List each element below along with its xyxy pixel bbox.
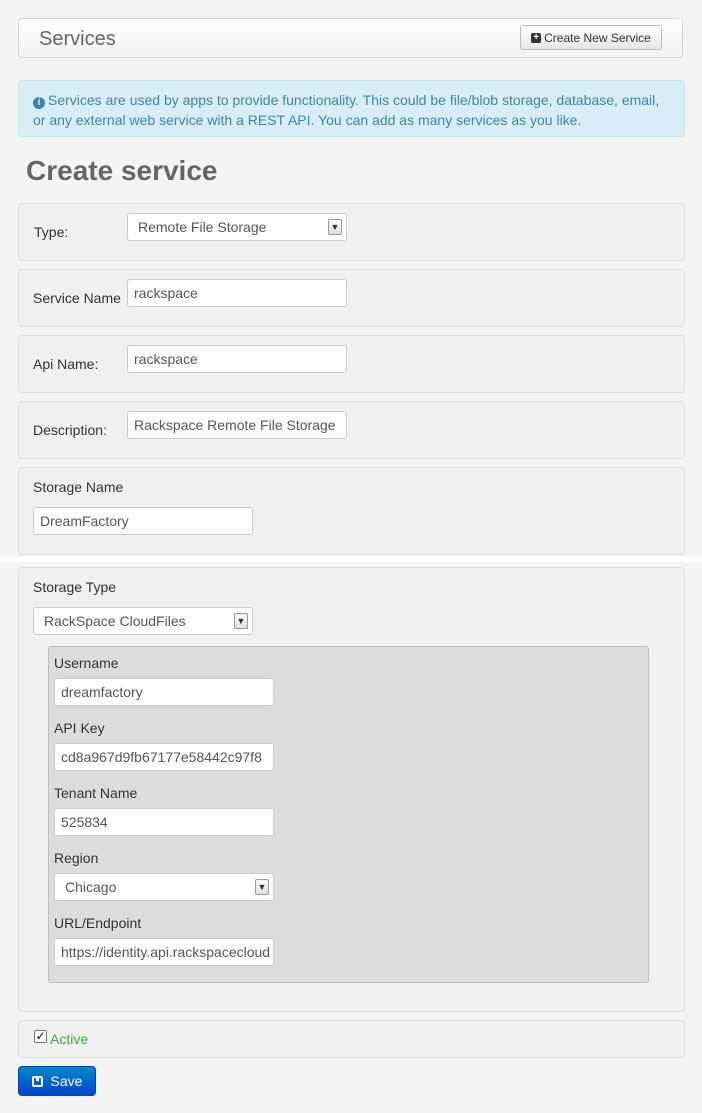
- api-key-input[interactable]: cd8a967d9fb67177e58442c97f8: [54, 743, 274, 771]
- api-name-group: Api Name: rackspace: [18, 335, 685, 393]
- description-label: Description:: [33, 422, 107, 438]
- service-name-label: Service Name: [33, 290, 121, 306]
- floppy-disk-icon: [31, 1075, 43, 1087]
- region-label: Region: [54, 850, 99, 866]
- chevron-down-icon: ▼: [255, 879, 269, 895]
- region-select-value: Chicago: [65, 879, 117, 895]
- info-text: Services are used by apps to provide fun…: [33, 92, 660, 128]
- info-alert: i Services are used by apps to provide fu…: [18, 80, 685, 137]
- username-input[interactable]: dreamfactory: [54, 678, 274, 706]
- tenant-name-label: Tenant Name: [54, 785, 138, 801]
- credentials-panel: Username dreamfactory API Key cd8a967d9f…: [48, 646, 649, 983]
- chevron-down-icon: ▼: [328, 219, 342, 235]
- create-service-title: Create service: [26, 155, 218, 186]
- active-label: Active: [50, 1031, 89, 1047]
- type-group: Type: Remote File Storage ▼: [18, 203, 685, 261]
- service-name-input[interactable]: rackspace: [127, 279, 347, 307]
- url-endpoint-label: URL/Endpoint: [54, 915, 142, 931]
- info-circle-icon: i: [33, 97, 45, 109]
- storage-type-label: Storage Type: [33, 579, 117, 595]
- type-select[interactable]: Remote File Storage ▼: [127, 213, 347, 241]
- plus-square-icon: +: [531, 32, 542, 43]
- service-name-group: Service Name rackspace: [18, 269, 685, 327]
- url-endpoint-input[interactable]: https://identity.api.rackspacecloud: [54, 938, 274, 966]
- chevron-down-icon: ▼: [234, 613, 248, 629]
- storage-name-label: Storage Name: [33, 479, 124, 495]
- api-name-label: Api Name:: [33, 356, 99, 372]
- active-group: [18, 1020, 685, 1058]
- create-new-service-button[interactable]: + Create New Service: [520, 25, 662, 50]
- storage-type-select-value: RackSpace CloudFiles: [44, 613, 186, 629]
- region-select[interactable]: Chicago ▼: [54, 873, 274, 901]
- storage-name-group: Storage Name DreamFactory: [18, 467, 685, 555]
- create-new-service-label: Create New Service: [544, 30, 651, 45]
- username-label: Username: [54, 655, 119, 671]
- type-label: Type:: [34, 224, 69, 240]
- storage-type-select[interactable]: RackSpace CloudFiles ▼: [33, 607, 253, 635]
- tenant-name-input[interactable]: 525834: [54, 808, 274, 836]
- active-checkbox[interactable]: ✓: [34, 1030, 47, 1043]
- api-name-input[interactable]: rackspace: [127, 345, 347, 373]
- description-input[interactable]: Rackspace Remote File Storage: [127, 411, 347, 439]
- type-select-value: Remote File Storage: [138, 219, 267, 235]
- save-button[interactable]: Save: [18, 1066, 96, 1096]
- services-header: Services + Create New Service: [18, 18, 683, 58]
- api-key-label: API Key: [54, 720, 105, 736]
- storage-name-input[interactable]: DreamFactory: [33, 507, 253, 535]
- page-heading: Services: [39, 28, 116, 50]
- save-button-label: Save: [50, 1073, 83, 1089]
- description-group: Description: Rackspace Remote File Stora…: [18, 401, 685, 459]
- section-divider: [0, 557, 702, 562]
- check-icon: ✓: [35, 1029, 46, 1043]
